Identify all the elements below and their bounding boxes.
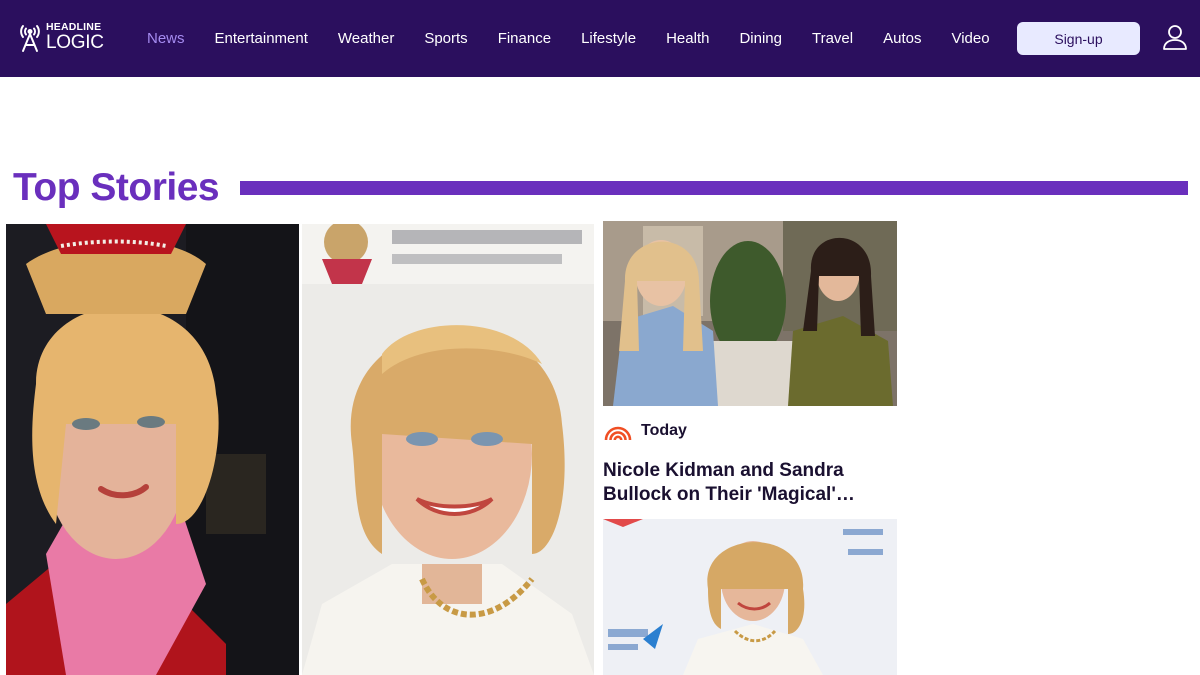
interview-photo-image: [603, 221, 897, 406]
nav-item-health[interactable]: Health: [651, 0, 724, 77]
lead-story-image-left[interactable]: [6, 224, 299, 675]
nav-item-finance[interactable]: Finance: [483, 0, 566, 77]
logo-wordmark: HEADLINE LOGIC: [46, 22, 104, 53]
nav-item-entertainment[interactable]: Entertainment: [200, 0, 323, 77]
nav-item-news[interactable]: News: [132, 0, 200, 77]
signup-button[interactable]: Sign-up: [1017, 22, 1140, 55]
secondary-story-headline[interactable]: Nicole Kidman and Sandra Bullock on Thei…: [603, 459, 895, 507]
nav-item-autos[interactable]: Autos: [868, 0, 936, 77]
story-source-name: Today: [641, 422, 687, 439]
section-title-rule: [240, 181, 1188, 195]
top-navigation-bar: HEADLINE LOGIC News Entertainment Weathe…: [0, 0, 1200, 77]
nav-item-lifestyle[interactable]: Lifestyle: [566, 0, 651, 77]
user-icon[interactable]: [1162, 24, 1188, 50]
event-portrait-image: [302, 224, 594, 675]
nav-item-weather[interactable]: Weather: [323, 0, 409, 77]
section-title: Top Stories: [13, 166, 220, 209]
secondary-story-image[interactable]: [603, 221, 897, 406]
nav-item-video[interactable]: Video: [936, 0, 1004, 77]
lead-story-image-right[interactable]: [302, 224, 594, 675]
charity-event-photo-image: [603, 519, 897, 675]
nav-item-dining[interactable]: Dining: [724, 0, 797, 77]
radio-tower-icon: [20, 25, 40, 52]
site-logo[interactable]: HEADLINE LOGIC: [18, 20, 108, 54]
rainbow-logo-icon: [604, 426, 632, 441]
third-story-image[interactable]: [603, 519, 897, 675]
vintage-portrait-image: [6, 224, 299, 675]
story-source: Today: [603, 421, 687, 441]
nav-item-sports[interactable]: Sports: [409, 0, 482, 77]
main-nav: News Entertainment Weather Sports Financ…: [132, 0, 1005, 77]
logo-line2: LOGIC: [46, 32, 104, 54]
nav-item-travel[interactable]: Travel: [797, 0, 868, 77]
logo-line1: HEADLINE: [46, 20, 102, 33]
